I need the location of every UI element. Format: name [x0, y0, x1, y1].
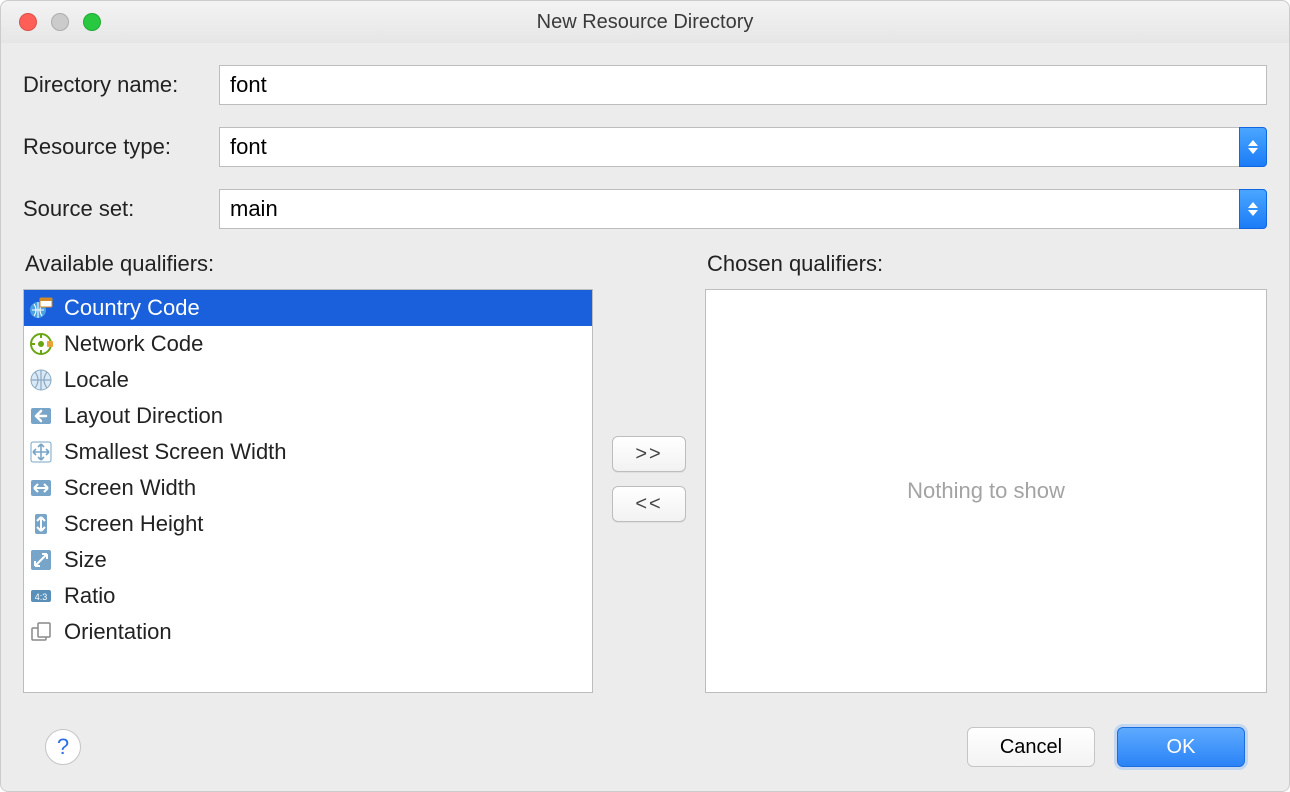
list-item-label: Smallest Screen Width	[64, 439, 287, 465]
add-qualifier-button[interactable]: >>	[612, 436, 686, 472]
arrow-h-icon	[28, 475, 54, 501]
list-item[interactable]: Layout Direction	[24, 398, 592, 434]
list-item[interactable]: Smallest Screen Width	[24, 434, 592, 470]
orientation-icon	[28, 619, 54, 645]
list-item-label: Layout Direction	[64, 403, 223, 429]
list-item[interactable]: Country Code	[24, 290, 592, 326]
list-item[interactable]: Network Code	[24, 326, 592, 362]
directory-name-row: Directory name:	[23, 65, 1267, 105]
list-item[interactable]: Screen Height	[24, 506, 592, 542]
list-item-label: Size	[64, 547, 107, 573]
available-column: Available qualifiers: Country Code Networ…	[23, 251, 593, 707]
list-item-label: Orientation	[64, 619, 172, 645]
window-controls	[19, 13, 101, 31]
footer: ? Cancel OK	[23, 721, 1267, 791]
cancel-button[interactable]: Cancel	[967, 727, 1095, 767]
title-bar: New Resource Directory	[1, 1, 1289, 43]
minimize-window-button[interactable]	[51, 13, 69, 31]
diagonal-icon	[28, 547, 54, 573]
chosen-qualifiers-list[interactable]: Nothing to show	[705, 289, 1267, 693]
content-area: Directory name: Resource type: font Sour…	[1, 43, 1289, 791]
network-icon	[28, 331, 54, 357]
select-stepper-icon	[1239, 127, 1267, 167]
globe-icon	[28, 367, 54, 393]
list-item-label: Country Code	[64, 295, 200, 321]
remove-qualifier-button[interactable]: <<	[612, 486, 686, 522]
list-item[interactable]: Orientation	[24, 614, 592, 650]
chosen-empty-text: Nothing to show	[907, 478, 1065, 504]
resource-type-select[interactable]: font	[219, 127, 1267, 167]
arrow-v-icon	[28, 511, 54, 537]
source-set-select[interactable]: main	[219, 189, 1267, 229]
source-set-label: Source set:	[23, 196, 219, 222]
list-item-label: Network Code	[64, 331, 203, 357]
svg-text:4:3: 4:3	[35, 592, 48, 602]
available-qualifiers-list[interactable]: Country Code Network Code Locale Layout Dir…	[23, 289, 593, 693]
list-item-label: Screen Width	[64, 475, 196, 501]
resource-type-label: Resource type:	[23, 134, 219, 160]
source-set-row: Source set: main	[23, 189, 1267, 229]
list-item[interactable]: 4:3 Ratio	[24, 578, 592, 614]
chosen-column: Chosen qualifiers: Nothing to show	[705, 251, 1267, 707]
help-button[interactable]: ?	[45, 729, 81, 765]
close-window-button[interactable]	[19, 13, 37, 31]
list-item-label: Ratio	[64, 583, 115, 609]
globe-flag-icon	[28, 295, 54, 321]
list-item-label: Screen Height	[64, 511, 203, 537]
directory-name-label: Directory name:	[23, 72, 219, 98]
chosen-qualifiers-label: Chosen qualifiers:	[705, 251, 1267, 277]
list-item[interactable]: Size	[24, 542, 592, 578]
ok-button[interactable]: OK	[1117, 727, 1245, 767]
zoom-window-button[interactable]	[83, 13, 101, 31]
resource-type-row: Resource type: font	[23, 127, 1267, 167]
list-item[interactable]: Screen Width	[24, 470, 592, 506]
resource-type-value: font	[219, 127, 1239, 167]
list-item[interactable]: Locale	[24, 362, 592, 398]
available-qualifiers-label: Available qualifiers:	[23, 251, 593, 277]
ratio-icon: 4:3	[28, 583, 54, 609]
dialog-window: New Resource Directory Directory name: R…	[0, 0, 1290, 792]
select-stepper-icon	[1239, 189, 1267, 229]
source-set-value: main	[219, 189, 1239, 229]
arrows-out-icon	[28, 439, 54, 465]
directory-name-input[interactable]	[219, 65, 1267, 105]
arrow-left-icon	[28, 403, 54, 429]
move-buttons-column: >> <<	[593, 251, 705, 707]
list-item-label: Locale	[64, 367, 129, 393]
window-title: New Resource Directory	[1, 11, 1289, 34]
qualifiers-row: Available qualifiers: Country Code Networ…	[23, 251, 1267, 707]
